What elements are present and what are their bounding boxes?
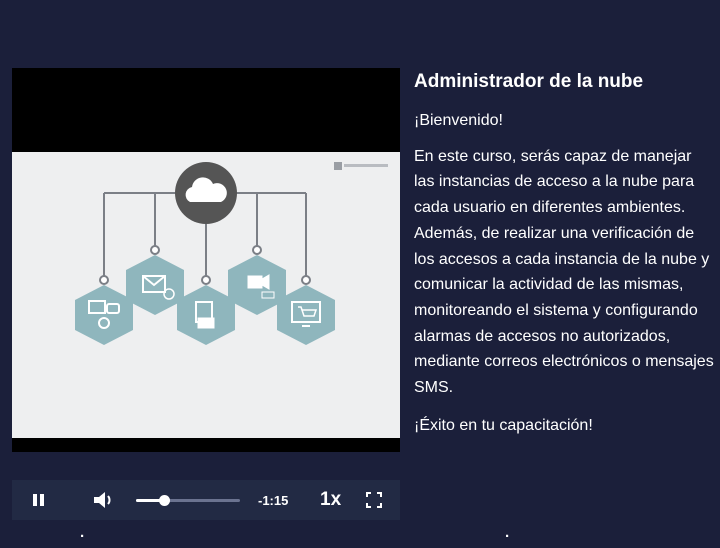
cloud-icon [175, 162, 237, 224]
course-title: Administrador de la nube [414, 71, 644, 92]
seek-bar-handle[interactable] [159, 495, 171, 506]
seek-bar[interactable] [136, 495, 240, 506]
video-player[interactable]: -1:15 1x [12, 68, 400, 520]
playback-speed-button[interactable]: 1x [320, 489, 341, 511]
course-description: En este curso, serás capaz de manejar la… [414, 147, 714, 397]
volume-icon [94, 492, 111, 508]
player-controls: -1:15 1x [12, 480, 400, 520]
course-info: Administrador de la nube ¡Bienvenido! En… [414, 70, 714, 450]
volume-button[interactable] [92, 490, 116, 510]
document-icon-hex [177, 285, 235, 345]
time-remaining: -1:15 [258, 493, 289, 508]
devices-icon-hex [75, 285, 133, 345]
video-frame[interactable] [12, 152, 400, 438]
pause-button[interactable] [32, 492, 46, 508]
footer-fragment-right: · [505, 528, 510, 545]
fullscreen-icon [366, 492, 382, 508]
welcome-text: ¡Bienvenido! [414, 112, 503, 129]
cut-off-footer: · · [0, 528, 720, 548]
header-fragment: · [60, 0, 65, 6]
fullscreen-button[interactable] [366, 492, 382, 508]
watermark-logo [334, 162, 388, 170]
video-frame-illustration [75, 162, 388, 345]
cut-off-header: · [0, 0, 720, 6]
pause-icon [33, 494, 44, 506]
closing-text: ¡Éxito en tu capacitación! [414, 416, 593, 434]
footer-fragment-left: · [80, 528, 85, 545]
